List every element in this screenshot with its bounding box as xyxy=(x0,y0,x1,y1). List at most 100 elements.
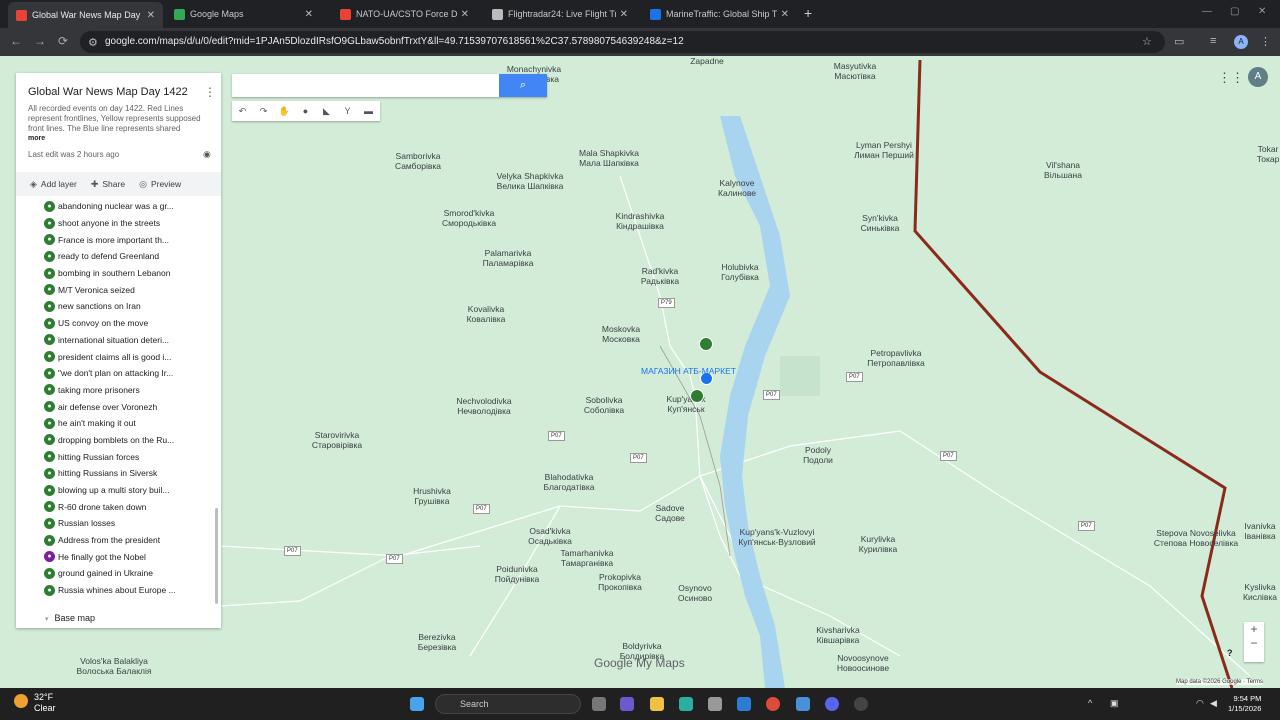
minimize-icon[interactable]: — xyxy=(1202,6,1212,17)
close-tab-icon[interactable]: ✕ xyxy=(461,9,469,20)
close-tab-icon[interactable]: ✕ xyxy=(305,9,313,20)
address-bar[interactable]: ⚙ google.com/maps/d/u/0/edit?mid=1PJAn5D… xyxy=(80,31,1165,53)
zoom-in-button[interactable]: + xyxy=(1244,622,1264,636)
place-label[interactable]: Sadove Садове xyxy=(655,503,685,523)
place-label[interactable]: Blahodativka Благодатівка xyxy=(543,472,594,492)
place-label[interactable]: Rad'kivka Радьківка xyxy=(641,266,679,286)
place-label[interactable]: Berezivka Березівка xyxy=(418,632,457,652)
tray-chevron-icon[interactable]: ^ xyxy=(1088,698,1092,708)
place-label[interactable]: Prokopivka Прокопівка xyxy=(598,572,642,592)
place-label[interactable]: Samborivka Самборівка xyxy=(395,151,441,171)
profile-avatar[interactable]: A xyxy=(1234,35,1248,49)
browser-tab[interactable]: Google Maps ✕ xyxy=(166,3,321,25)
place-label[interactable]: Velyka Shapkivka Велика Шапківка xyxy=(497,171,564,191)
place-label[interactable]: Lyman Pershyi Лиман Перший xyxy=(854,140,914,160)
list-item[interactable]: ● air defense over Voronezh xyxy=(44,398,214,415)
place-label[interactable]: Masyutivka Масютівка xyxy=(834,61,877,81)
place-label[interactable]: Kindrashivka Кіндрашівка xyxy=(616,211,665,231)
marker-icon[interactable]: ● xyxy=(295,101,316,121)
place-label[interactable]: Kivsharivka Ківшарівка xyxy=(816,625,859,645)
list-item[interactable]: ● international situation deteri... xyxy=(44,332,214,349)
place-label[interactable]: Syn'kivka Синьківка xyxy=(861,213,900,233)
browser-tab[interactable]: MarineTraffic: Global Ship Track ✕ xyxy=(642,3,797,25)
maximize-icon[interactable]: ▢ xyxy=(1230,6,1239,17)
visibility-icon[interactable]: ◉ xyxy=(203,149,211,160)
clock[interactable]: 9:54 PM 1/15/2026 xyxy=(1228,694,1261,714)
place-label[interactable]: Mala Shapkivka Мала Шапківка xyxy=(579,148,639,168)
place-label[interactable]: Petropavlivka Петропавлівка xyxy=(867,348,925,368)
place-label[interactable]: Novoosynove Новоосинове xyxy=(837,653,889,673)
list-item[interactable]: ● He finally got the Nobel xyxy=(44,548,214,565)
reading-list-icon[interactable]: ≡ xyxy=(1210,35,1216,47)
list-item[interactable]: ● abandoning nuclear was a gr... xyxy=(44,198,214,215)
place-label[interactable]: Osad'kivka Осадьківка xyxy=(528,526,572,546)
place-label[interactable]: Poidunivka Пойдунівка xyxy=(495,564,540,584)
mail-icon[interactable] xyxy=(737,697,751,711)
chrome-icon[interactable] xyxy=(766,697,780,711)
edge-icon[interactable] xyxy=(679,697,693,711)
account-avatar[interactable]: A xyxy=(1248,67,1268,87)
list-item[interactable]: ● bombing in southern Lebanon xyxy=(44,265,214,282)
place-label[interactable]: Tamarhanivka Тамарганівка xyxy=(561,548,614,568)
place-label[interactable]: Kovalivka Ковалівка xyxy=(467,304,506,324)
list-item[interactable]: ● shoot anyone in the streets xyxy=(44,215,214,232)
steam-icon[interactable] xyxy=(854,697,868,711)
redo-icon[interactable]: ↷ xyxy=(253,101,274,121)
apps-grid-icon[interactable]: ⋮⋮ xyxy=(1218,70,1244,86)
place-label[interactable]: Osynovo Осиново xyxy=(678,583,712,603)
close-tab-icon[interactable]: ✕ xyxy=(781,9,789,20)
browser-tab[interactable]: NATO-UA/CSTO Force Disposit ✕ xyxy=(332,3,477,25)
close-tab-icon[interactable]: ✕ xyxy=(147,10,155,21)
base-map-toggle[interactable]: ▾ Base map xyxy=(45,613,95,623)
place-label[interactable]: Volos'ka Balakliya Волоська Балаклія xyxy=(77,656,152,676)
preview-button[interactable]: ◎ Preview xyxy=(139,179,181,190)
copilot-icon[interactable] xyxy=(620,697,634,711)
share-button[interactable]: ✚ Share xyxy=(91,179,125,190)
directions-icon[interactable]: Y xyxy=(337,101,358,121)
list-item[interactable]: ● ground gained in Ukraine xyxy=(44,565,214,582)
new-tab-icon[interactable]: + xyxy=(804,5,812,21)
place-label[interactable]: Podoly Подоли xyxy=(803,445,833,465)
hand-icon[interactable]: ✋ xyxy=(274,101,295,121)
list-item[interactable]: ● hitting Russians in Siversk xyxy=(44,465,214,482)
place-label[interactable]: Moskovka Московка xyxy=(602,324,640,344)
place-label[interactable]: Kalynove Калинове xyxy=(718,178,756,198)
place-label[interactable]: Smorod'kivka Смородьківка xyxy=(442,208,496,228)
list-item[interactable]: ● US convoy on the move xyxy=(44,315,214,332)
app-icon[interactable] xyxy=(796,697,810,711)
place-label[interactable]: Stepova Novoselivka Степова Новоселівка xyxy=(1154,528,1238,548)
cast-icon[interactable]: ▭ xyxy=(1174,35,1184,48)
list-item[interactable]: ● hitting Russian forces xyxy=(44,448,214,465)
list-item[interactable]: ● Russia whines about Europe ... xyxy=(44,582,214,599)
list-item[interactable]: ● M/T Veronica seized xyxy=(44,281,214,298)
file-explorer-icon[interactable] xyxy=(650,697,664,711)
list-item[interactable]: ● taking more prisoners xyxy=(44,382,214,399)
place-label[interactable]: Kup'yans'k-Vuzlovyi Куп'янськ-Вузловий xyxy=(738,527,815,547)
list-item[interactable]: ● ready to defend Greenland xyxy=(44,248,214,265)
place-label[interactable]: Hrushivka Грушівка xyxy=(413,486,451,506)
tray-app-icon[interactable]: ▣ xyxy=(1110,698,1119,709)
menu-icon[interactable]: ⋮ xyxy=(1260,35,1271,48)
list-item[interactable]: ● president claims all is good i... xyxy=(44,348,214,365)
volume-icon[interactable]: ◀ xyxy=(1210,698,1217,709)
place-label[interactable]: Ivanivka Іванівка xyxy=(1244,521,1275,541)
list-item[interactable]: ● "we don't plan on attacking Ir... xyxy=(44,365,214,382)
list-item[interactable]: ● Address from the president xyxy=(44,532,214,549)
site-info-icon[interactable]: ⚙ xyxy=(88,36,98,49)
wifi-icon[interactable]: ◠ xyxy=(1196,698,1204,709)
place-label[interactable]: Kyslivka Кислівка xyxy=(1243,582,1277,602)
browser-tab[interactable]: Global War News Map Day 142 ✕ xyxy=(8,2,163,28)
search-input[interactable] xyxy=(232,74,499,97)
list-item[interactable]: ● new sanctions on Iran xyxy=(44,298,214,315)
draw-line-icon[interactable]: ◣ xyxy=(316,101,337,121)
list-item[interactable]: ● France is more important th... xyxy=(44,231,214,248)
place-label[interactable]: Nechvolodivka Нечволодівка xyxy=(456,396,511,416)
place-label[interactable]: Holubivka Голубівка xyxy=(721,262,759,282)
list-item[interactable]: ● Russian losses xyxy=(44,515,214,532)
help-icon[interactable]: ? xyxy=(1227,648,1233,658)
undo-icon[interactable]: ↶ xyxy=(232,101,253,121)
list-item[interactable]: ● R-60 drone taken down xyxy=(44,498,214,515)
map-attribution[interactable]: Map data ©2026 Google · Terms xyxy=(1176,679,1264,685)
measure-icon[interactable]: ▬ xyxy=(358,101,379,121)
url-text[interactable]: google.com/maps/d/u/0/edit?mid=1PJAn5Dlo… xyxy=(105,36,684,47)
